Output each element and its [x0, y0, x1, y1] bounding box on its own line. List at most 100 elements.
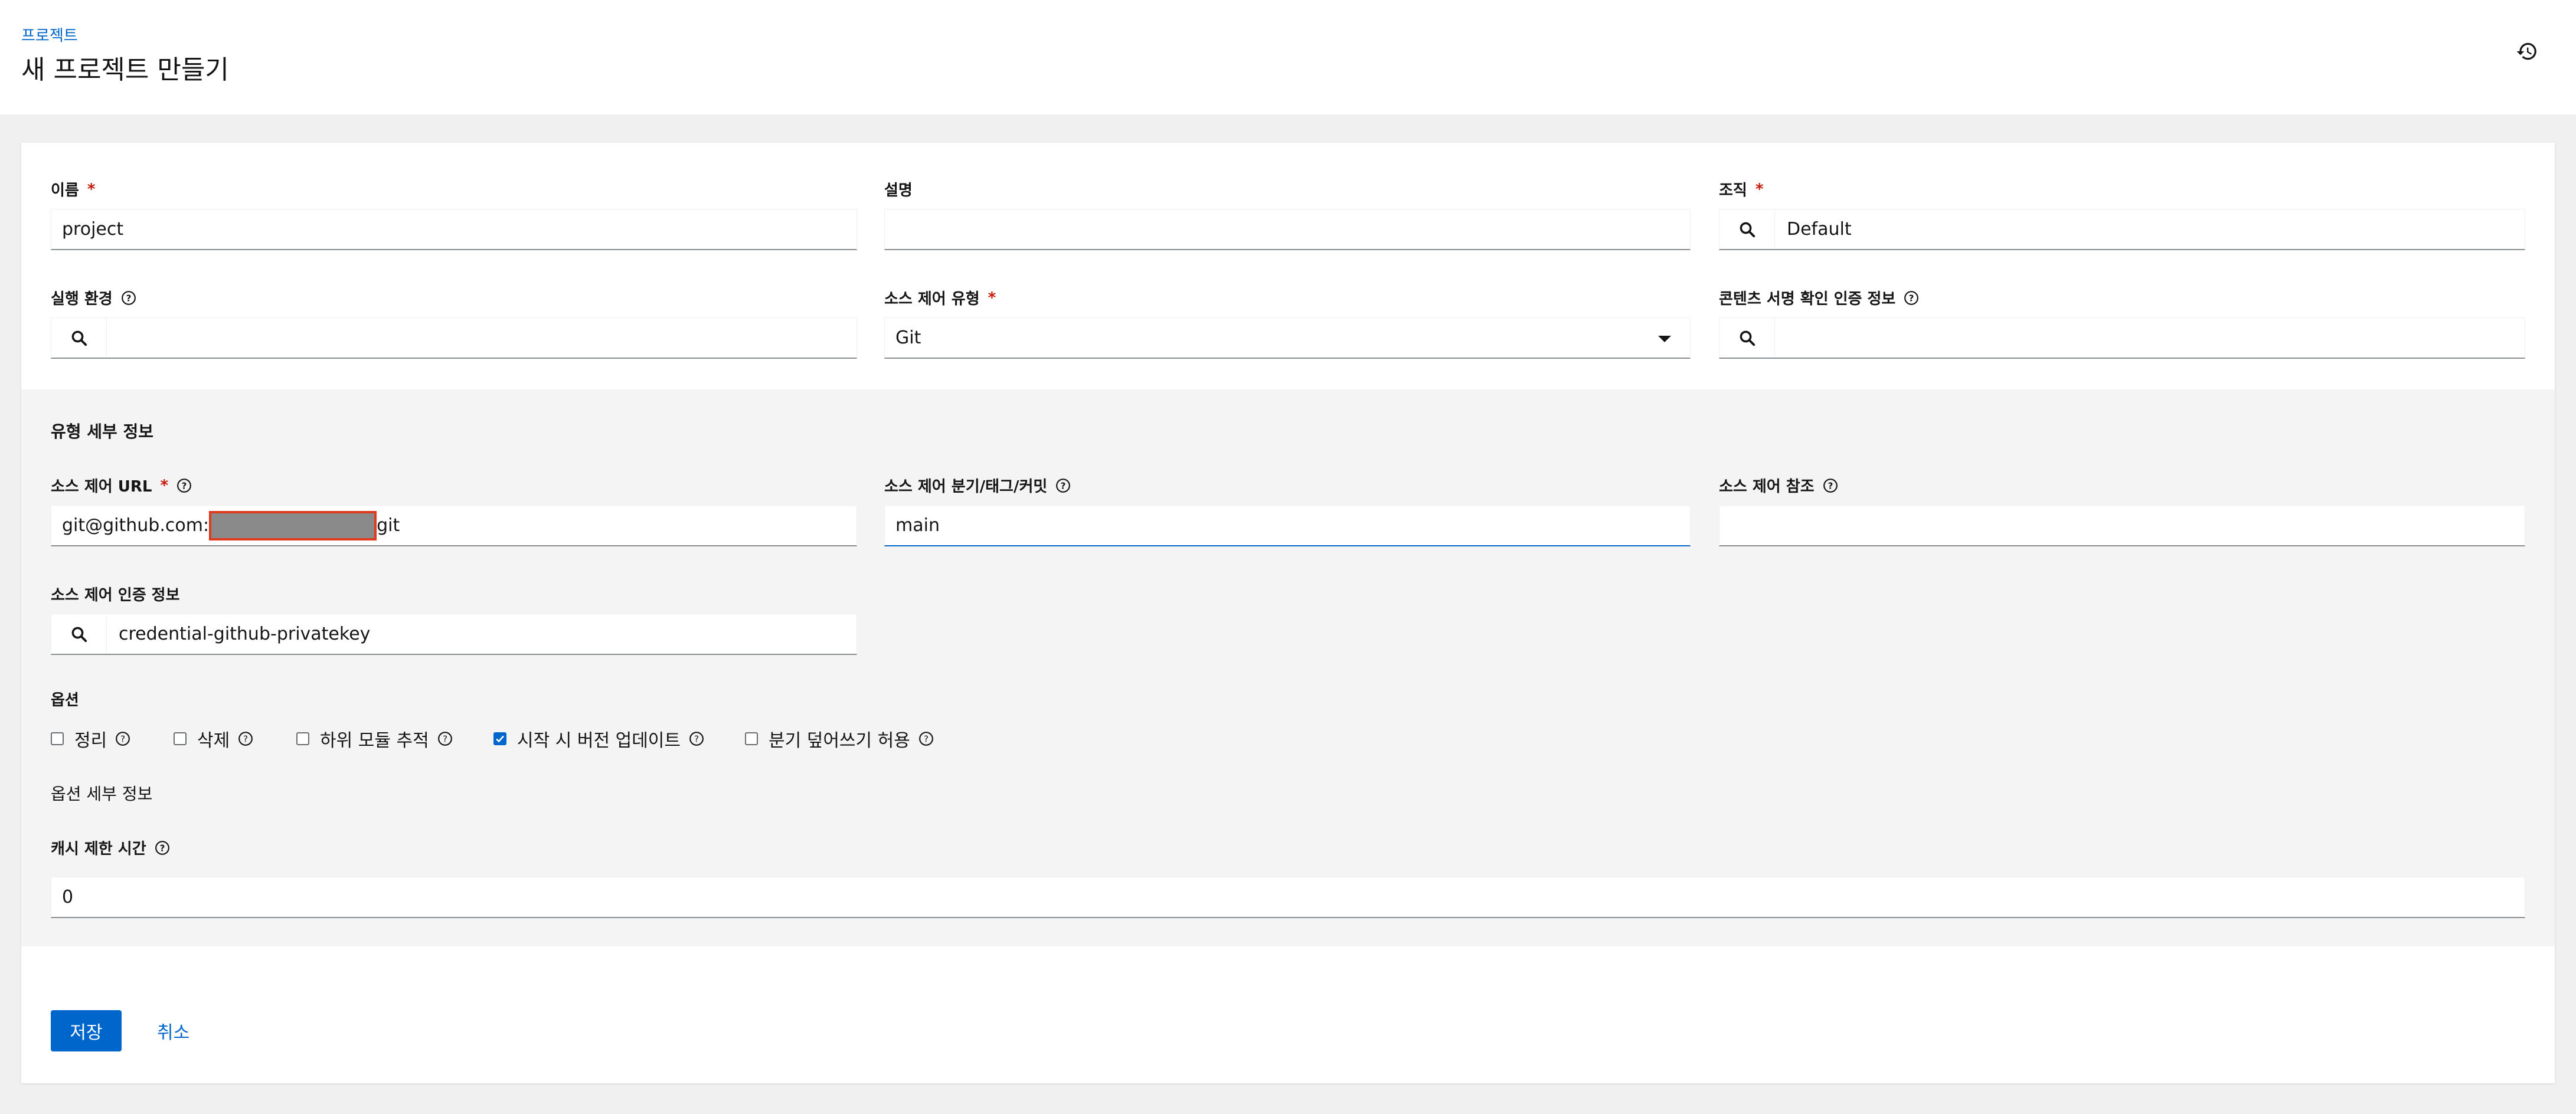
help-icon[interactable]: ? [121, 290, 136, 306]
signature-cred-label-text: 콘텐츠 서명 확인 인증 정보 [1719, 290, 1896, 308]
organization-label-text: 조직 [1719, 182, 1747, 199]
scm-refspec-input[interactable] [1719, 505, 2525, 546]
execution-env-search-button[interactable] [51, 318, 107, 358]
svg-text:?: ? [1061, 480, 1066, 491]
execution-env-label: 실행 환경 ? [51, 287, 136, 309]
breadcrumb-projects[interactable]: 프로젝트 [21, 24, 78, 45]
svg-text:?: ? [243, 733, 248, 744]
help-icon[interactable]: ? [918, 731, 934, 746]
scm-refspec-label: 소스 제어 참조 ? [1719, 474, 1838, 496]
required-marker: * [160, 476, 169, 494]
svg-text:?: ? [924, 733, 929, 744]
scm-type-label-text: 소스 제어 유형 [884, 290, 980, 308]
help-icon[interactable]: ? [176, 478, 192, 493]
cancel-button[interactable]: 취소 [157, 1010, 189, 1051]
execution-env-lookup[interactable] [51, 317, 857, 359]
name-label-text: 이름 [51, 182, 79, 199]
signature-cred-lookup[interactable] [1719, 317, 2525, 359]
scm-refspec-label-text: 소스 제어 참조 [1719, 478, 1815, 496]
option-label: 삭제 [197, 730, 230, 751]
scm-credential-label-text: 소스 제어 인증 정보 [51, 587, 180, 604]
option-label: 정리 [74, 730, 107, 751]
help-icon[interactable]: ? [689, 731, 704, 746]
option-details-title: 옵션 세부 정보 [51, 784, 153, 804]
option-label: 분기 덮어쓰기 허용 [769, 730, 910, 751]
scm-url-label: 소스 제어 URL * ? [51, 474, 192, 496]
cache-timeout-value: 0 [62, 887, 74, 907]
svg-text:?: ? [1828, 480, 1833, 491]
organization-label: 조직 * [1719, 178, 1763, 200]
option-label: 시작 시 버전 업데이트 [517, 730, 681, 751]
required-marker: * [87, 180, 96, 198]
name-input[interactable]: project [51, 209, 857, 250]
clean-checkbox[interactable] [51, 732, 64, 745]
page-title: 새 프로젝트 만들기 [21, 55, 229, 85]
description-input[interactable] [884, 209, 1691, 250]
signature-cred-label: 콘텐츠 서명 확인 인증 정보 ? [1719, 287, 1919, 309]
search-icon [71, 627, 87, 642]
cache-timeout-input[interactable]: 0 [51, 877, 2525, 918]
scm-url-suffix: git [377, 515, 400, 536]
page-header: 프로젝트 새 프로젝트 만들기 [0, 0, 2576, 114]
scm-branch-label-text: 소스 제어 분기/태그/커밋 [884, 478, 1048, 496]
option-allow-override[interactable]: 분기 덮어쓰기 허용 ? [745, 726, 934, 752]
delete-checkbox[interactable] [174, 732, 187, 745]
organization-lookup[interactable]: Default [1719, 209, 2525, 250]
description-label: 설명 [884, 178, 913, 200]
option-track-submodules[interactable]: 하위 모듈 추적 ? [296, 726, 453, 752]
description-label-text: 설명 [884, 182, 913, 199]
scm-url-prefix: git@github.com: [62, 515, 210, 536]
help-icon[interactable]: ? [1904, 290, 1919, 306]
scm-url-input[interactable]: git@github.com: git [51, 505, 857, 546]
redacted-block [209, 510, 377, 540]
svg-text:?: ? [443, 733, 447, 744]
type-details-section [21, 389, 2555, 946]
help-icon[interactable]: ? [115, 731, 130, 746]
type-details-title: 유형 세부 정보 [51, 422, 154, 441]
caret-down-icon [1658, 336, 1671, 342]
svg-text:?: ? [126, 293, 131, 303]
execution-env-label-text: 실행 환경 [51, 290, 113, 308]
scm-credential-lookup[interactable]: credential-github-privatekey [51, 614, 857, 655]
required-marker: * [1755, 180, 1764, 198]
option-clean[interactable]: 정리 ? [51, 726, 130, 752]
help-icon[interactable]: ? [1823, 478, 1838, 493]
option-label: 하위 모듈 추적 [320, 730, 429, 751]
scm-url-label-text: 소스 제어 URL [51, 478, 152, 496]
svg-text:?: ? [694, 733, 699, 744]
signature-cred-search-button[interactable] [1719, 318, 1775, 358]
svg-text:?: ? [120, 733, 125, 744]
history-icon[interactable] [2516, 40, 2538, 63]
project-form: 이름 * project 설명 조직 * Default 실행 환경 ? 소스 … [21, 143, 2555, 1083]
name-value: project [62, 219, 124, 240]
scm-branch-value: main [895, 515, 940, 536]
save-button[interactable]: 저장 [51, 1010, 122, 1051]
check-icon [496, 735, 504, 743]
scm-branch-input[interactable]: main [884, 505, 1691, 546]
help-icon[interactable]: ? [437, 731, 453, 746]
scm-branch-label: 소스 제어 분기/태그/커밋 ? [884, 474, 1071, 496]
options-title: 옵션 [51, 692, 79, 709]
scm-credential-value: credential-github-privatekey [119, 624, 371, 644]
allow-override-checkbox[interactable] [745, 732, 758, 745]
cache-timeout-label: 캐시 제한 시간 ? [51, 837, 170, 859]
scm-type-value: Git [895, 327, 921, 348]
search-icon [71, 330, 87, 346]
option-update-on-launch[interactable]: 시작 시 버전 업데이트 ? [493, 726, 704, 752]
search-icon [1740, 330, 1755, 346]
option-delete[interactable]: 삭제 ? [174, 726, 253, 752]
name-label: 이름 * [51, 178, 95, 200]
cache-timeout-label-text: 캐시 제한 시간 [51, 840, 146, 858]
help-icon[interactable]: ? [155, 840, 170, 856]
help-icon[interactable]: ? [1055, 478, 1071, 493]
help-icon[interactable]: ? [238, 731, 253, 746]
organization-search-button[interactable] [1719, 209, 1775, 249]
scm-credential-label: 소스 제어 인증 정보 [51, 583, 180, 605]
update-on-launch-checkbox[interactable] [493, 732, 506, 745]
track-submodules-checkbox[interactable] [296, 732, 309, 745]
scm-type-select[interactable]: Git [884, 317, 1691, 359]
required-marker: * [988, 289, 996, 307]
organization-value: Default [1787, 219, 1852, 240]
scm-credential-search-button[interactable] [51, 614, 107, 654]
scm-type-label: 소스 제어 유형 * [884, 287, 996, 309]
